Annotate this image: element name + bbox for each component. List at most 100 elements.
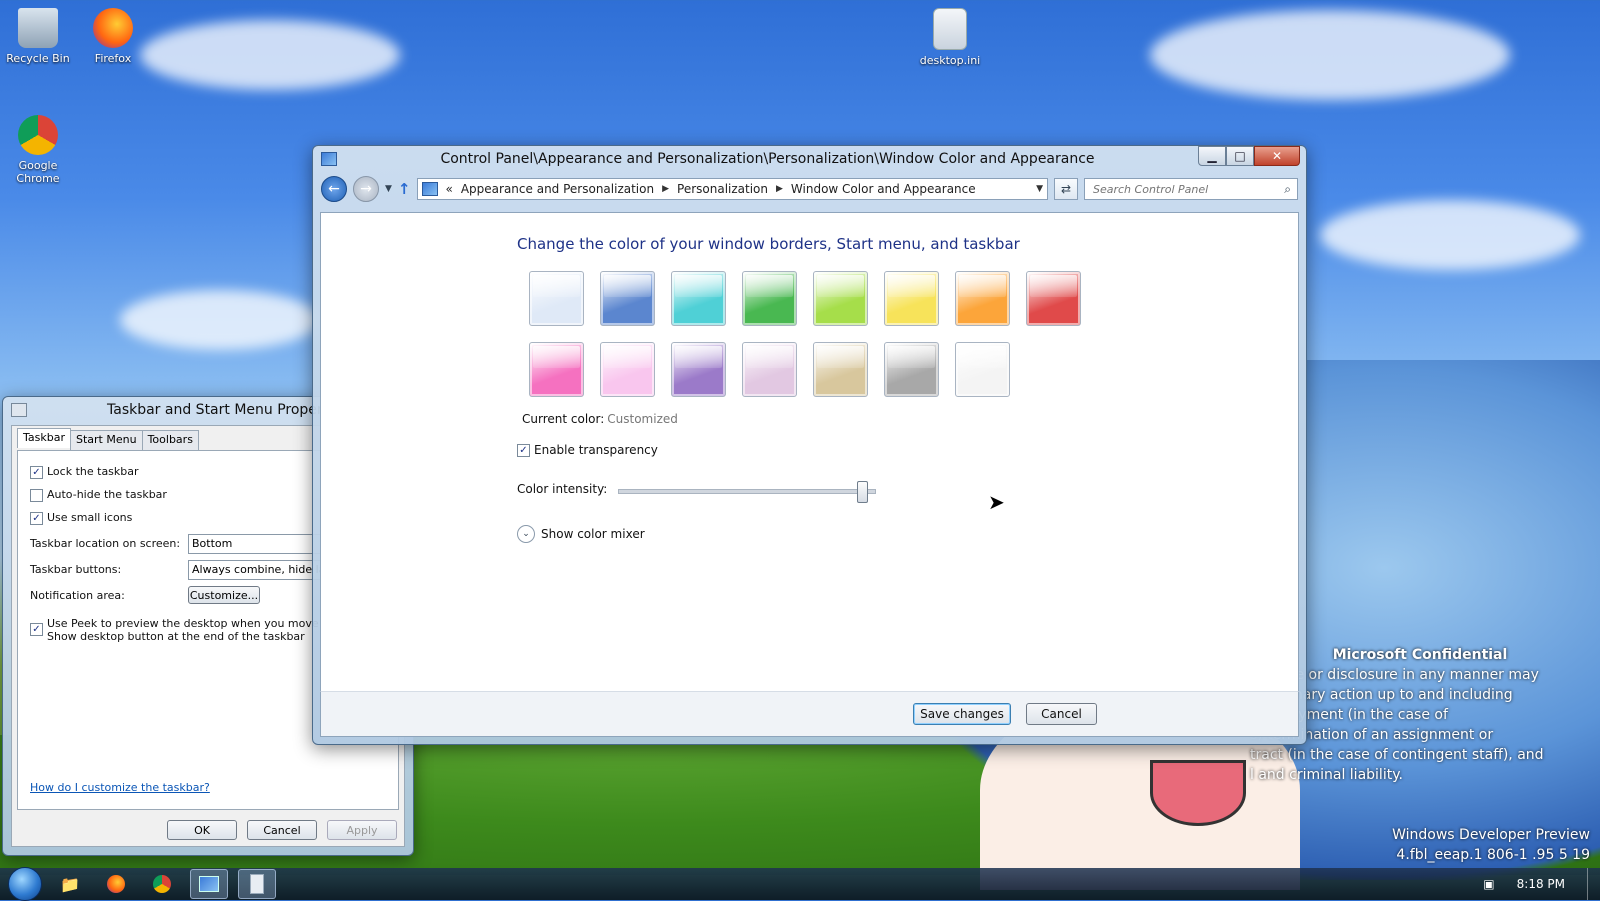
- recycle-bin-icon: [18, 8, 58, 48]
- color-intensity-label: Color intensity:: [517, 482, 608, 496]
- notification-area-label: Notification area:: [30, 589, 125, 602]
- customize-button[interactable]: Customize...: [188, 586, 260, 604]
- refresh-button[interactable]: ⇄: [1054, 178, 1078, 200]
- recent-pages-dropdown[interactable]: ▼: [385, 184, 392, 194]
- lock-taskbar-option[interactable]: ✓ Lock the taskbar: [30, 465, 139, 479]
- autohide-label: Auto-hide the taskbar: [47, 488, 167, 501]
- slider-thumb[interactable]: [856, 481, 868, 503]
- breadcrumb-separator-icon[interactable]: ▶: [662, 184, 669, 194]
- color-swatch[interactable]: [1026, 271, 1081, 326]
- cloud: [120, 290, 320, 350]
- wallpaper-character-mouth: [1150, 760, 1246, 826]
- peek-label-line: Show desktop button at the end of the ta…: [47, 630, 305, 643]
- tab-toolbars[interactable]: Toolbars: [141, 430, 199, 450]
- color-swatch[interactable]: [671, 271, 726, 326]
- start-button[interactable]: [8, 867, 42, 901]
- cancel-button[interactable]: Cancel: [1026, 703, 1097, 725]
- watermark-line: l and criminal liability.: [1250, 767, 1403, 783]
- color-swatch[interactable]: [955, 271, 1010, 326]
- taskbar-explorer[interactable]: 📁: [52, 870, 88, 898]
- search-input[interactable]: [1091, 181, 1285, 197]
- color-swatch[interactable]: [600, 271, 655, 326]
- breadcrumb-item[interactable]: Appearance and Personalization: [461, 182, 654, 196]
- color-swatch[interactable]: [529, 271, 584, 326]
- color-swatch[interactable]: [813, 271, 868, 326]
- tab-start-menu[interactable]: Start Menu: [70, 430, 143, 450]
- address-overflow[interactable]: «: [446, 182, 453, 196]
- up-arrow-icon[interactable]: ↑: [398, 180, 411, 198]
- peek-checkbox[interactable]: ✓: [30, 623, 43, 636]
- color-swatch[interactable]: [600, 342, 655, 397]
- cloud: [1150, 10, 1510, 100]
- taskbar-properties-icon: [11, 403, 27, 417]
- small-icons-checkbox[interactable]: ✓: [30, 511, 43, 525]
- search-box[interactable]: ⌕: [1084, 178, 1298, 200]
- address-bar[interactable]: « Appearance and Personalization ▶ Perso…: [416, 178, 1048, 200]
- desktop-icon-recycle-bin[interactable]: Recycle Bin: [2, 8, 74, 65]
- show-color-mixer-label: Show color mixer: [541, 527, 645, 541]
- taskbar-chrome[interactable]: [144, 870, 180, 898]
- system-tray: ▣ 8:18 PM: [1483, 877, 1565, 891]
- control-panel-icon: [421, 182, 438, 196]
- help-link[interactable]: How do I customize the taskbar?: [30, 781, 210, 794]
- transparency-checkbox[interactable]: ✓: [517, 444, 530, 457]
- autohide-option[interactable]: Auto-hide the taskbar: [30, 488, 167, 502]
- cancel-button[interactable]: Cancel: [247, 820, 317, 840]
- minimize-button[interactable]: ▁: [1198, 146, 1226, 166]
- color-intensity-slider[interactable]: [618, 481, 876, 503]
- breadcrumb-item[interactable]: Window Color and Appearance: [791, 182, 976, 196]
- chrome-icon: [18, 115, 58, 155]
- breadcrumb-item[interactable]: Personalization: [677, 182, 768, 196]
- save-changes-button[interactable]: Save changes: [913, 703, 1011, 725]
- color-swatch[interactable]: [884, 271, 939, 326]
- back-button[interactable]: ←: [321, 176, 347, 202]
- caption-buttons: ▁ □ ✕: [1198, 146, 1300, 166]
- control-panel-titlebar[interactable]: Control Panel\Appearance and Personaliza…: [313, 146, 1306, 172]
- color-swatch[interactable]: [529, 342, 584, 397]
- maximize-button[interactable]: □: [1226, 146, 1254, 166]
- desktop-icon-desktop-ini[interactable]: desktop.ini: [914, 8, 986, 67]
- taskbar-control-panel[interactable]: [190, 869, 228, 899]
- transparency-option[interactable]: ✓ Enable transparency: [517, 443, 658, 457]
- peek-label-line: Use Peek to preview the desktop when you…: [47, 617, 347, 630]
- cloud: [140, 20, 400, 90]
- taskbar-firefox[interactable]: [98, 870, 134, 898]
- close-button[interactable]: ✕: [1254, 146, 1300, 166]
- lock-taskbar-checkbox[interactable]: ✓: [30, 465, 43, 479]
- tab-taskbar[interactable]: Taskbar: [17, 428, 71, 448]
- color-swatch[interactable]: [742, 342, 797, 397]
- color-swatch[interactable]: [884, 342, 939, 397]
- show-color-mixer-toggle[interactable]: ⌄ Show color mixer: [517, 525, 645, 543]
- refresh-icon: ⇄: [1060, 182, 1072, 196]
- chrome-icon: [153, 875, 171, 893]
- desktop-icon-label: desktop.ini: [919, 54, 981, 67]
- taskbar-taskbar-properties[interactable]: [238, 869, 276, 899]
- desktop-icon-firefox[interactable]: Firefox: [77, 8, 149, 65]
- small-icons-option[interactable]: ✓ Use small icons: [30, 511, 132, 525]
- color-swatch[interactable]: [955, 342, 1010, 397]
- control-panel-icon: [321, 152, 337, 166]
- clock[interactable]: 8:18 PM: [1517, 877, 1565, 891]
- color-swatch[interactable]: [742, 271, 797, 326]
- network-icon[interactable]: ▣: [1483, 877, 1494, 891]
- cloud: [1320, 200, 1580, 270]
- taskbar: 📁 ▣ 8:18 PM: [0, 867, 1600, 901]
- content-pane: Change the color of your window borders,…: [320, 212, 1299, 692]
- location-label: Taskbar location on screen:: [30, 537, 181, 550]
- navigation-bar: ← → ▼ ↑ « Appearance and Personalization…: [313, 172, 1306, 206]
- forward-button[interactable]: →: [353, 176, 379, 202]
- color-swatch[interactable]: [813, 342, 868, 397]
- ok-button[interactable]: OK: [167, 820, 237, 840]
- address-dropdown-icon[interactable]: ▼: [1036, 184, 1043, 194]
- breadcrumb-separator-icon[interactable]: ▶: [776, 184, 783, 194]
- show-desktop-button[interactable]: [1587, 868, 1600, 900]
- autohide-checkbox[interactable]: [30, 488, 43, 502]
- peek-option[interactable]: ✓ Use Peek to preview the desktop when y…: [30, 617, 347, 643]
- search-icon[interactable]: ⌕: [1284, 182, 1291, 197]
- settings-file-icon: [933, 8, 967, 50]
- chevron-down-icon[interactable]: ⌄: [517, 525, 535, 543]
- peek-label: Use Peek to preview the desktop when you…: [47, 617, 347, 643]
- apply-button[interactable]: Apply: [327, 820, 397, 840]
- color-swatch[interactable]: [671, 342, 726, 397]
- desktop-icon-google-chrome[interactable]: Google Chrome: [2, 115, 74, 185]
